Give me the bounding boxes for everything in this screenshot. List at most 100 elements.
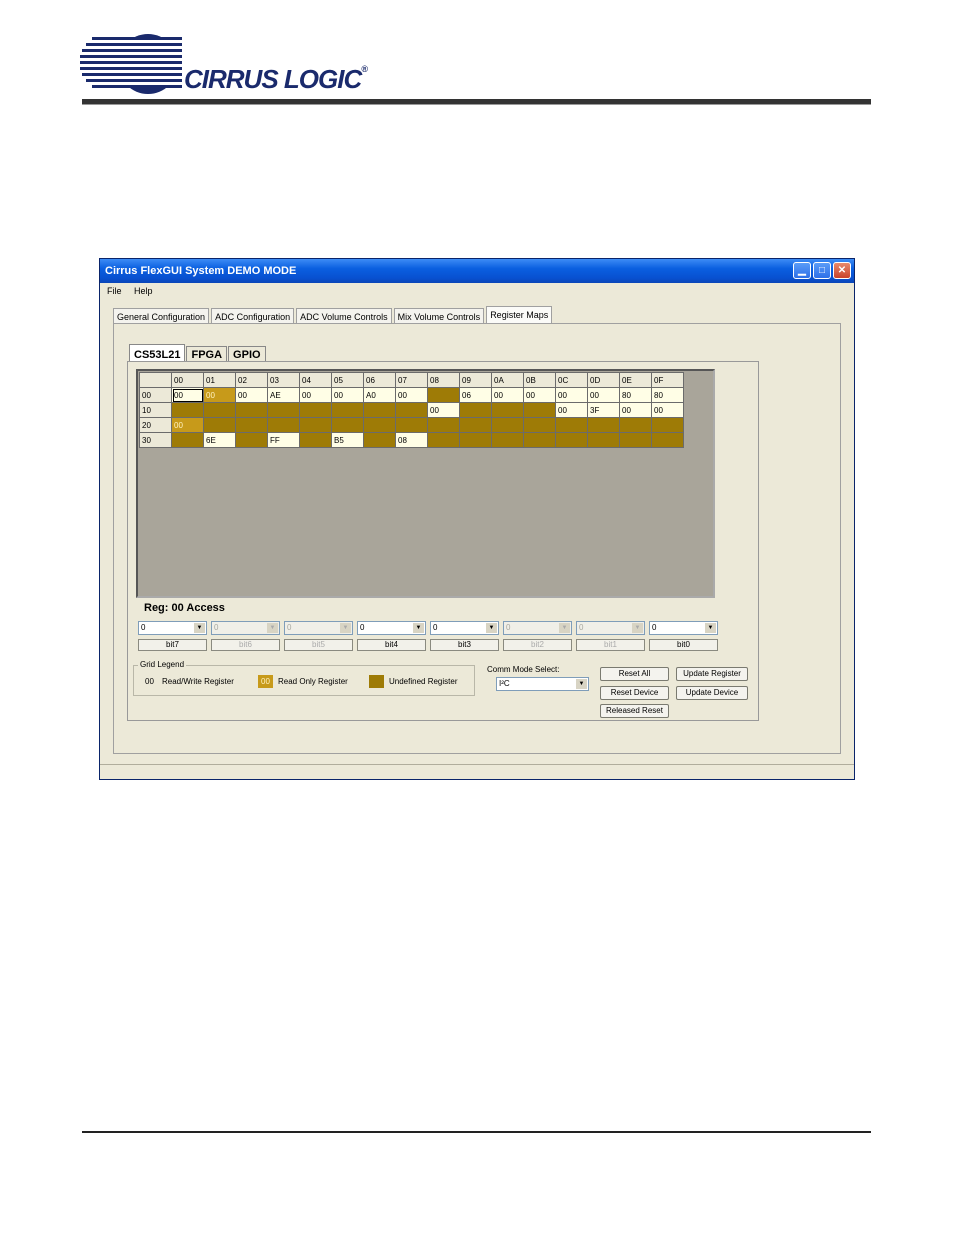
- tab-register-maps[interactable]: Register Maps: [486, 306, 553, 324]
- grid-column-header: 0B: [523, 372, 556, 388]
- legend-title: Grid Legend: [138, 660, 187, 669]
- grid-row-header: 00: [139, 387, 172, 403]
- register-cell-read-write[interactable]: 00: [171, 387, 204, 403]
- grid-column-header: 0C: [555, 372, 588, 388]
- register-cell-undefined: [427, 417, 460, 433]
- register-cell-read-write[interactable]: A0: [363, 387, 396, 403]
- register-cell-read-write[interactable]: 00: [555, 402, 588, 418]
- minimize-icon[interactable]: ▁: [793, 262, 811, 279]
- register-cell-read-write[interactable]: 00: [395, 387, 428, 403]
- register-cell-read-write[interactable]: 00: [427, 402, 460, 418]
- legend-item-undefined: Undefined Register: [369, 675, 457, 688]
- update-register-button[interactable]: Update Register: [676, 667, 748, 681]
- register-cell-undefined: [363, 432, 396, 448]
- register-cell-undefined: [267, 402, 300, 418]
- register-cell-undefined: [555, 417, 588, 433]
- reset-device-button[interactable]: Reset Device: [600, 686, 669, 700]
- bit-value-select[interactable]: 0 ▼: [430, 621, 499, 635]
- released-reset-button[interactable]: Released Reset: [600, 704, 669, 718]
- chevron-down-icon[interactable]: ▼: [576, 679, 587, 689]
- register-cell-read-write[interactable]: 00: [491, 387, 524, 403]
- register-cell-undefined: [171, 432, 204, 448]
- legend-label-read-write: Read/Write Register: [162, 677, 234, 686]
- chevron-down-icon[interactable]: ▼: [486, 623, 497, 633]
- register-cell-read-write[interactable]: 6E: [203, 432, 236, 448]
- register-cell-read-write[interactable]: 00: [235, 387, 268, 403]
- register-cell-read-write[interactable]: 00: [555, 387, 588, 403]
- register-cell-read-write[interactable]: 80: [619, 387, 652, 403]
- legend-label-read-only: Read Only Register: [278, 677, 348, 686]
- bit-value-select[interactable]: 0 ▼: [138, 621, 207, 635]
- bit-controls: 0 ▼ bit7 0 ▼ bit6 0 ▼ bit5 0 ▼ bit4 0 ▼ bit3 0 ▼ bit2 0 ▼ bi…: [138, 621, 722, 651]
- grid-column-header: 07: [395, 372, 428, 388]
- register-cell-undefined: [363, 402, 396, 418]
- register-cell-undefined: [235, 402, 268, 418]
- bit-control-bit4: 0 ▼ bit4: [357, 621, 430, 651]
- maximize-icon[interactable]: □: [813, 262, 831, 279]
- chevron-down-icon[interactable]: ▼: [194, 623, 205, 633]
- bit-control-bit6: 0 ▼ bit6: [211, 621, 284, 651]
- bit-value-select: 0 ▼: [211, 621, 280, 635]
- grid-row: 30 6E FF B5 08: [139, 432, 684, 448]
- legend-swatch-read-only: 00: [258, 675, 273, 688]
- grid-column-header: 0D: [587, 372, 620, 388]
- register-cell-read-write[interactable]: 06: [459, 387, 492, 403]
- register-cell-undefined: [491, 417, 524, 433]
- register-cell-undefined: [523, 402, 556, 418]
- bit-button: bit2: [503, 639, 572, 651]
- bit-value-select[interactable]: 0 ▼: [357, 621, 426, 635]
- register-cell-read-write[interactable]: 08: [395, 432, 428, 448]
- grid-column-header: 08: [427, 372, 460, 388]
- bit-button[interactable]: bit7: [138, 639, 207, 651]
- register-cell-undefined: [459, 402, 492, 418]
- grid-column-header: 04: [299, 372, 332, 388]
- legend-swatch-read-write: 00: [142, 675, 157, 688]
- bit-value: 0: [360, 623, 365, 632]
- chevron-down-icon: ▼: [632, 623, 643, 633]
- register-cell-read-write[interactable]: 00: [299, 387, 332, 403]
- update-device-button[interactable]: Update Device: [676, 686, 748, 700]
- register-cell-read-write[interactable]: 00: [331, 387, 364, 403]
- register-cell-read-write[interactable]: AE: [267, 387, 300, 403]
- title-bar: Cirrus FlexGUI System DEMO MODE ▁ □ ✕: [100, 259, 854, 283]
- register-cell-undefined: [619, 432, 652, 448]
- bit-control-bit3: 0 ▼ bit3: [430, 621, 503, 651]
- grid-column-header: 02: [235, 372, 268, 388]
- register-cell-read-only[interactable]: 00: [171, 417, 204, 433]
- menu-file[interactable]: File: [107, 286, 122, 296]
- register-cell-undefined: [171, 402, 204, 418]
- menu-help[interactable]: Help: [134, 286, 153, 296]
- reset-all-button[interactable]: Reset All: [600, 667, 669, 681]
- comm-mode-select[interactable]: I²C ▼: [496, 677, 589, 691]
- register-cell-undefined: [491, 402, 524, 418]
- register-cell-undefined: [235, 432, 268, 448]
- register-cell-read-write[interactable]: 00: [619, 402, 652, 418]
- bit-button[interactable]: bit3: [430, 639, 499, 651]
- bit-button[interactable]: bit0: [649, 639, 718, 651]
- register-cell-undefined: [331, 402, 364, 418]
- legend-item-read-only: 00 Read Only Register: [258, 675, 348, 688]
- register-cell-read-only[interactable]: 00: [203, 387, 236, 403]
- register-cell-read-write[interactable]: 00: [587, 387, 620, 403]
- bit-button: bit6: [211, 639, 280, 651]
- bit-control-bit0: 0 ▼ bit0: [649, 621, 722, 651]
- close-icon[interactable]: ✕: [833, 262, 851, 279]
- register-cell-read-write[interactable]: 00: [651, 402, 684, 418]
- register-cell-read-write[interactable]: FF: [267, 432, 300, 448]
- chevron-down-icon[interactable]: ▼: [705, 623, 716, 633]
- bit-value-select: 0 ▼: [503, 621, 572, 635]
- register-cell-read-write[interactable]: B5: [331, 432, 364, 448]
- register-cell-read-write[interactable]: 3F: [587, 402, 620, 418]
- register-cell-read-write[interactable]: 00: [523, 387, 556, 403]
- menu-bar: File Help: [100, 283, 854, 299]
- register-cell-read-write[interactable]: 80: [651, 387, 684, 403]
- grid-column-header: 0F: [651, 372, 684, 388]
- register-cell-undefined: [459, 432, 492, 448]
- bit-value-select[interactable]: 0 ▼: [649, 621, 718, 635]
- register-cell-undefined: [523, 432, 556, 448]
- window-title: Cirrus FlexGUI System DEMO MODE: [105, 265, 297, 277]
- bit-control-bit1: 0 ▼ bit1: [576, 621, 649, 651]
- chevron-down-icon[interactable]: ▼: [413, 623, 424, 633]
- register-cell-undefined: [491, 432, 524, 448]
- bit-button[interactable]: bit4: [357, 639, 426, 651]
